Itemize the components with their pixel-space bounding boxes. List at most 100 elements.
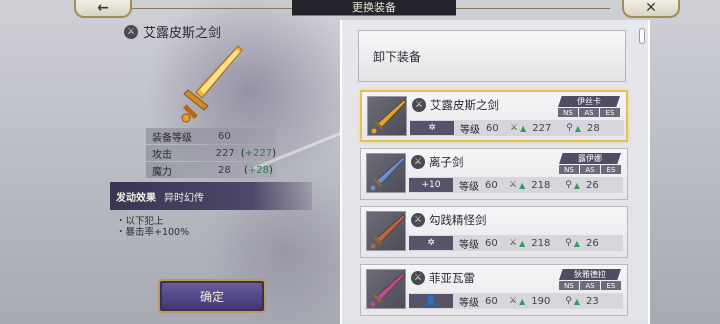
level-value: 60 (485, 295, 498, 307)
stat-row-magic: 魔力 28 ( +28 ) (146, 162, 276, 178)
stat-label: 魔力 (152, 166, 172, 178)
mode-tag: NS (559, 165, 579, 174)
stat-value: 227 (215, 147, 235, 159)
magic-value: 28 (586, 122, 600, 134)
skill-name: 异时幻传 (164, 192, 204, 204)
mode-tag: AS (580, 281, 600, 290)
page-title: 更换装备 (292, 0, 456, 16)
back-arrow-icon: ← (97, 0, 109, 16)
sword-type-icon: ⚔ (411, 155, 425, 169)
equipment-card[interactable]: ⚔ 勾践精怪剑 ✲ 等级 60 ⚔ ▲ 218 ⚲ ▲ 26 (360, 206, 628, 258)
mode-tag: NS (559, 281, 579, 290)
unequip-button[interactable]: 卸下装备 (358, 30, 626, 82)
mode-tags: NS AS ES (558, 108, 620, 117)
selected-weapon-title: ⚔ 艾露皮斯之剑 (124, 22, 221, 41)
sword-type-icon: ⚔ (124, 24, 138, 39)
up-arrow-icon: ▲ (573, 180, 580, 190)
up-arrow-icon: ▲ (519, 180, 526, 190)
stat-label: 攻击 (152, 149, 172, 161)
weapon-name: 艾露皮斯之剑 (430, 98, 499, 112)
stats-table: 装备等级 60 攻击 227 ( +227 ) 魔力 28 ( +28 ) (146, 128, 276, 179)
attack-value: 190 (531, 295, 551, 307)
effect-line: ・暴击率+100% (116, 227, 190, 238)
weapon-stats-row: +10 等级 60 ⚔ ▲ 218 ⚲ ▲ 26 (409, 177, 623, 193)
weapon-thumbnail (366, 153, 406, 193)
mode-tag: ES (600, 108, 620, 117)
magic-value: 26 (585, 237, 599, 249)
weapon-name: 离子剑 (429, 155, 464, 169)
selected-weapon-image (181, 45, 243, 123)
stat-value: 60 (218, 130, 231, 142)
up-arrow-icon: ▲ (574, 123, 581, 133)
magic-icon: ⚲ (565, 296, 572, 306)
close-icon: ✕ (645, 0, 657, 16)
weapon-thumbnail (366, 211, 406, 251)
mode-tag: ES (601, 165, 621, 174)
equipment-card[interactable]: ⚔ 菲亚瓦雷 👤 等级 60 ⚔ ▲ 190 ⚲ ▲ 23 狄雅德拉 NS AS ES (360, 264, 628, 316)
magic-icon: ⚲ (566, 123, 573, 133)
equipment-card[interactable]: ⚔ 离子剑 +10 等级 60 ⚔ ▲ 218 ⚲ ▲ 26 露伊娜 NS AS ES (360, 148, 628, 200)
skill-key: 发动效果 (116, 192, 156, 204)
effect-line: ・以下犯上 (116, 216, 164, 227)
skill-effects: ・以下犯上 ・暴击率+100% (116, 216, 189, 238)
level-value: 60 (485, 237, 498, 249)
sword-icon (370, 214, 406, 249)
weapon-name: 勾践精怪剑 (429, 213, 487, 227)
level-label: 等级 (460, 124, 480, 136)
selected-weapon-name: 艾露皮斯之剑 (143, 26, 222, 41)
stat-row-attack: 攻击 227 ( +227 ) (146, 145, 276, 161)
up-arrow-icon: ▲ (519, 238, 526, 248)
weapon-stats-row: ✲ 等级 60 ⚔ ▲ 218 ⚲ ▲ 26 (409, 235, 623, 251)
sword-icon (371, 99, 407, 134)
attack-icon: ⚔ (509, 296, 518, 306)
attack-icon: ⚔ (509, 238, 518, 248)
magic-value: 26 (585, 179, 599, 191)
stat-label: 装备等级 (152, 132, 192, 144)
weapon-name-row: ⚔ 艾露皮斯之剑 (412, 97, 499, 113)
attack-value: 227 (532, 122, 552, 134)
level-label: 等级 (459, 297, 479, 309)
level-value: 60 (486, 122, 499, 134)
weapon-name-row: ⚔ 菲亚瓦雷 (411, 270, 475, 286)
equipment-card[interactable]: ⚔ 艾露皮斯之剑 ✲ 等级 60 ⚔ ▲ 227 ⚲ ▲ 28 伊丝卡 NS AS E… (360, 90, 628, 142)
slot-badge: ✲ (410, 121, 454, 135)
attack-icon: ⚔ (509, 180, 518, 190)
level-label: 等级 (459, 239, 479, 251)
sword-type-icon: ⚔ (411, 213, 425, 227)
mode-tag: NS (558, 108, 578, 117)
mode-tag: ES (601, 281, 621, 290)
slot-badge: +10 (409, 178, 453, 192)
owner-tag: 伊丝卡 (558, 96, 620, 107)
sword-type-icon: ⚔ (412, 98, 426, 112)
weapon-thumbnail (367, 96, 407, 136)
weapon-name: 菲亚瓦雷 (429, 271, 475, 285)
slot-badge: ✲ (409, 236, 453, 250)
stat-row-level: 装备等级 60 (146, 128, 276, 144)
skill-bar: 发动效果 异时幻传 (110, 182, 312, 210)
owner-tag: 狄雅德拉 (559, 269, 621, 280)
confirm-button[interactable]: 确定 (158, 279, 266, 313)
attack-value: 218 (531, 179, 551, 191)
weapon-stats-row: ✲ 等级 60 ⚔ ▲ 227 ⚲ ▲ 28 (410, 120, 624, 136)
stat-bonus: +227 (244, 147, 273, 159)
mode-tag: AS (579, 108, 599, 117)
weapon-name-row: ⚔ 离子剑 (411, 154, 464, 170)
level-value: 60 (485, 179, 498, 191)
stat-value: 28 (218, 164, 231, 176)
weapon-name-row: ⚔ 勾践精怪剑 (411, 212, 487, 228)
weapon-stats-row: 👤 等级 60 ⚔ ▲ 190 ⚲ ▲ 23 (409, 293, 623, 309)
back-button[interactable]: ← (74, 0, 132, 18)
mode-tag: AS (580, 165, 600, 174)
scrollbar[interactable] (639, 28, 645, 44)
close-button[interactable]: ✕ (622, 0, 680, 18)
magic-icon: ⚲ (565, 180, 572, 190)
magic-value: 23 (585, 295, 599, 307)
up-arrow-icon: ▲ (573, 238, 580, 248)
up-arrow-icon: ▲ (519, 296, 526, 306)
sword-icon (370, 272, 406, 307)
stat-bonus: +28 (247, 164, 270, 176)
mode-tags: NS AS ES (559, 281, 621, 290)
level-label: 等级 (459, 181, 479, 193)
owner-tag: 露伊娜 (559, 153, 621, 164)
magic-icon: ⚲ (565, 238, 572, 248)
